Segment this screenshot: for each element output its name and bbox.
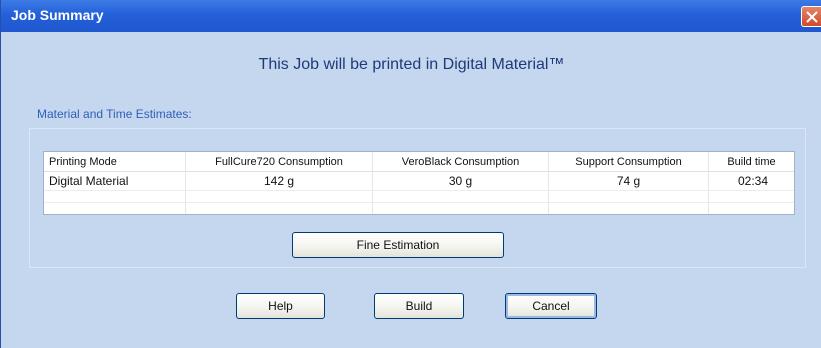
table-cell: 142 g bbox=[186, 172, 373, 191]
close-icon bbox=[806, 11, 818, 23]
section-label: Material and Time Estimates: bbox=[37, 107, 192, 121]
column-header[interactable]: FullCure720 Consumption bbox=[186, 152, 373, 172]
table-row[interactable]: Digital Material 142 g 30 g 74 g 02:34 bbox=[44, 172, 794, 191]
table-cell bbox=[186, 191, 373, 203]
cancel-button[interactable]: Cancel bbox=[505, 293, 597, 319]
table-cell bbox=[44, 191, 186, 203]
table-cell bbox=[186, 203, 373, 214]
table-cell: 02:34 bbox=[709, 172, 794, 191]
table-cell bbox=[709, 203, 794, 214]
table-cell bbox=[549, 203, 709, 214]
table-cell bbox=[373, 203, 549, 214]
title-bar[interactable]: Job Summary bbox=[1, 0, 821, 32]
estimates-table: Printing Mode FullCure720 Consumption Ve… bbox=[43, 151, 795, 215]
dialog-headline: This Job will be printed in Digital Mate… bbox=[258, 56, 565, 73]
table-row bbox=[44, 191, 794, 203]
column-header[interactable]: Build time bbox=[709, 152, 794, 172]
column-header[interactable]: Printing Mode bbox=[44, 152, 186, 172]
table-cell bbox=[709, 191, 794, 203]
table-cell bbox=[44, 203, 186, 214]
table-cell bbox=[373, 191, 549, 203]
job-summary-dialog: Job Summary This Job will be printed in … bbox=[0, 0, 821, 348]
column-header[interactable]: Support Consumption bbox=[549, 152, 709, 172]
table-row bbox=[44, 203, 794, 214]
table-cell: 30 g bbox=[373, 172, 549, 191]
column-header[interactable]: VeroBlack Consumption bbox=[373, 152, 549, 172]
build-button[interactable]: Build bbox=[374, 293, 464, 319]
table-header-row: Printing Mode FullCure720 Consumption Ve… bbox=[44, 152, 794, 172]
help-button[interactable]: Help bbox=[236, 293, 325, 319]
table-cell: Digital Material bbox=[44, 172, 186, 191]
fine-estimation-button[interactable]: Fine Estimation bbox=[292, 232, 504, 258]
table-cell bbox=[549, 191, 709, 203]
close-button[interactable] bbox=[801, 6, 821, 27]
table-cell: 74 g bbox=[549, 172, 709, 191]
window-title: Job Summary bbox=[11, 7, 104, 23]
